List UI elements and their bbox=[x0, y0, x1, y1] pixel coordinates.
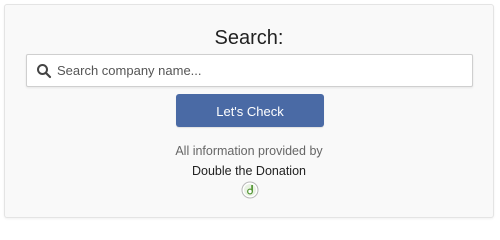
search-input[interactable] bbox=[57, 55, 467, 86]
search-title: Search: bbox=[214, 27, 284, 49]
attribution-text: All information provided by bbox=[175, 144, 323, 158]
company-search-card: Search: Let's Check All information prov… bbox=[4, 4, 494, 218]
search-field[interactable] bbox=[26, 54, 473, 87]
double-the-donation-logo-icon bbox=[241, 181, 259, 199]
search-icon bbox=[36, 63, 52, 79]
lets-check-button[interactable]: Let's Check bbox=[176, 94, 324, 127]
provider-name: Double the Donation bbox=[192, 164, 306, 178]
